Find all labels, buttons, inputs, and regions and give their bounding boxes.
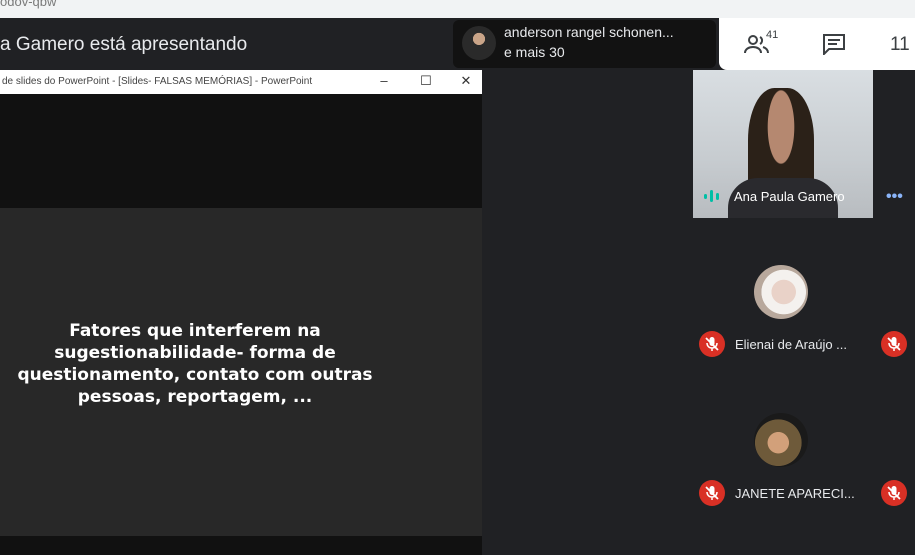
participant-name: JANETE APARECI... [735,486,855,501]
more-options-icon[interactable]: ••• [886,188,903,206]
presenter-pill-name: anderson rangel schonen... [504,24,674,40]
slide-line: sugestionabilidade- forma de [54,343,336,363]
people-button[interactable] [740,28,790,60]
powerpoint-title: de slides do PowerPoint - [Slides- FALSA… [2,76,313,87]
avatar [754,413,808,467]
mic-off-icon [881,331,907,357]
chat-icon [823,34,845,55]
browser-address-bar[interactable]: odov-qbw [0,0,915,18]
mic-off-icon [881,480,907,506]
maximize-button[interactable]: ☐ [418,73,434,89]
avatar [754,265,808,319]
participant-name: Ana Paula Gamero [734,189,845,204]
mic-off-icon [699,480,725,506]
audio-level-icon [704,190,719,202]
slide-line: pessoas, reportagem, ... [77,387,313,407]
presenting-banner: a Gamero está apresentando [0,34,248,55]
slide-line: Fatores que interferem na [69,321,321,341]
participant-name: Elienai de Araújo ... [735,337,848,352]
minimize-button[interactable]: – [376,73,392,88]
url-text: odov-qbw [0,0,57,9]
mic-off-icon [887,486,901,500]
mic-off-icon [705,486,719,500]
slide-line: questionamento, contato com outras [17,365,373,385]
clock-text: 11 [890,34,910,55]
mic-off-icon [705,337,719,351]
mic-off-icon [887,337,901,351]
slide-text: Fatores que interferem na sugestionabili… [10,320,380,408]
presenter-pill-more: e mais 30 [504,44,565,60]
avatar [462,26,496,60]
close-button[interactable]: ✕ [458,73,474,89]
chat-button[interactable] [818,30,848,58]
mic-off-icon [699,331,725,357]
people-count: 41 [766,29,779,41]
